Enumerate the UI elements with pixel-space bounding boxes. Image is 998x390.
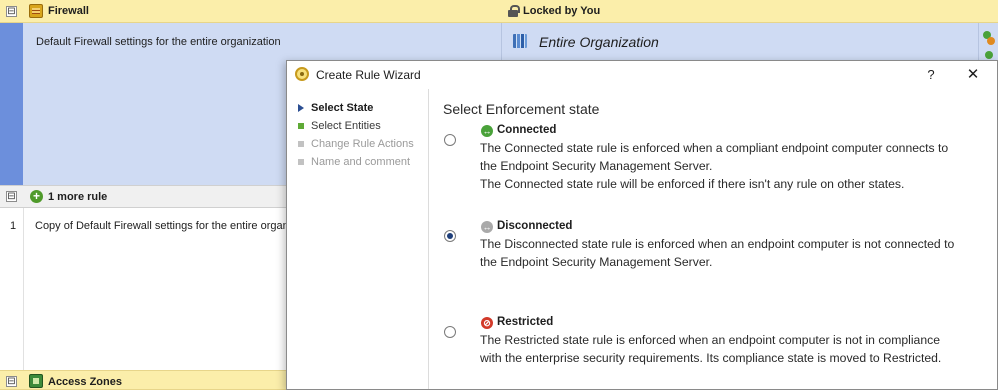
rule-description: Default Firewall settings for the entire…	[36, 36, 281, 48]
row-number-divider	[23, 208, 24, 370]
step-bullet-icon	[298, 141, 304, 147]
close-button[interactable]: ✕	[959, 65, 987, 85]
disconnected-icon: ↔	[481, 221, 493, 233]
option-description-line: The Connected state rule will be enforce…	[480, 177, 905, 191]
step-bullet-icon	[298, 159, 304, 165]
collapse-more-rules-button[interactable]: ⊟	[6, 191, 17, 202]
dialog-titlebar[interactable]: Create Rule Wizard ? ✕	[287, 61, 997, 89]
wizard-steps-panel: Select State Select Entities Change Rule…	[287, 89, 429, 389]
option-description-line: the Endpoint Security Management Server.	[480, 159, 713, 173]
option-description-line: The Connected state rule is enforced whe…	[480, 141, 949, 155]
connected-radio[interactable]	[444, 134, 456, 146]
collapse-firewall-button[interactable]: ⊟	[6, 6, 17, 17]
orange-status-icon	[987, 37, 995, 45]
step-label: Name and comment	[311, 156, 411, 168]
option-disconnected: ↔ Disconnected The Disconnected state ru…	[443, 219, 997, 271]
collapse-access-zones-button[interactable]: ⊟	[6, 376, 17, 387]
rule-description: Copy of Default Firewall settings for th…	[35, 220, 287, 232]
option-title: Disconnected	[497, 220, 573, 232]
step-label: Change Rule Actions	[311, 138, 414, 150]
option-title: Connected	[497, 124, 557, 136]
firewall-title: Firewall	[48, 5, 89, 17]
access-zones-title: Access Zones	[48, 376, 122, 388]
option-description-line: The Disconnected state rule is enforced …	[480, 237, 955, 251]
option-restricted: ⊘ Restricted The Restricted state rule i…	[443, 315, 997, 367]
option-title: Restricted	[497, 316, 554, 328]
step-label: Select Entities	[311, 120, 381, 132]
option-description-line: with the enterprise security requirement…	[480, 351, 942, 365]
connected-icon: ↔	[481, 125, 493, 137]
step-label: Select State	[311, 102, 374, 114]
option-description-line: the Endpoint Security Management Server.	[480, 255, 713, 269]
more-rules-title: 1 more rule	[48, 191, 108, 203]
restricted-radio[interactable]	[444, 326, 456, 338]
rule-number: 1	[10, 220, 17, 232]
firewall-icon	[29, 4, 43, 18]
organization-icon	[513, 34, 527, 48]
dialog-body: Select State Select Entities Change Rule…	[287, 89, 997, 389]
firewall-section-header[interactable]: ⊟ Firewall Locked by You	[0, 0, 998, 23]
create-rule-wizard-dialog: Create Rule Wizard ? ✕ Select State Sele…	[286, 60, 998, 390]
current-step-arrow-icon	[298, 104, 304, 112]
restricted-icon: ⊘	[481, 317, 493, 329]
add-rule-icon: +	[30, 190, 43, 203]
help-button[interactable]: ?	[919, 65, 943, 85]
access-zones-icon	[29, 374, 43, 388]
row-selection-stripe	[0, 23, 23, 185]
lock-icon	[508, 5, 520, 17]
lock-status: Locked by You	[523, 5, 601, 17]
option-description-line: The Restricted state rule is enforced wh…	[480, 333, 940, 347]
applies-to-value[interactable]: Entire Organization	[539, 34, 659, 50]
step-bullet-icon	[298, 123, 304, 129]
disconnected-radio[interactable]	[444, 230, 456, 242]
wizard-app-icon	[295, 67, 309, 81]
dialog-title: Create Rule Wizard	[316, 68, 421, 82]
wizard-content: Select Enforcement state ↔ Connected The…	[443, 89, 997, 389]
option-connected: ↔ Connected The Connected state rule is …	[443, 123, 997, 193]
content-title: Select Enforcement state	[443, 101, 600, 117]
green-status-icon	[985, 51, 993, 59]
